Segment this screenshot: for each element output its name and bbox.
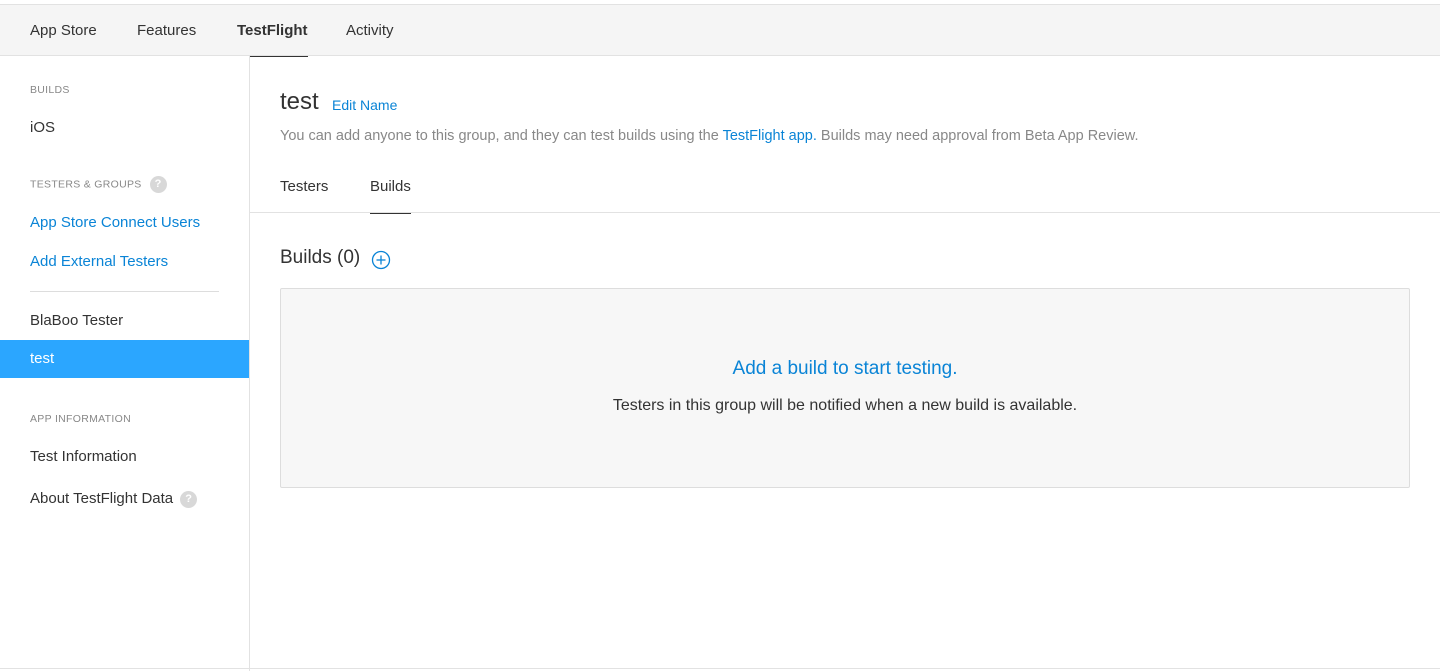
tab-activity[interactable]: Activity [346,5,394,56]
add-build-link[interactable]: Add a build to start testing. [281,358,1409,380]
testers-groups-section-heading: TESTERS & GROUPS? [30,176,167,193]
builds-empty-state: Add a build to start testing. Testers in… [280,288,1410,488]
sidebar-item-blaboo-tester[interactable]: BlaBoo Tester [0,302,249,340]
plus-circle-icon[interactable] [371,250,391,270]
testers-groups-heading-label: TESTERS & GROUPS [30,178,142,191]
help-icon[interactable]: ? [149,176,167,193]
group-description: You can add anyone to this group, and th… [280,128,1138,144]
empty-state-message: Testers in this group will be notified w… [612,397,1078,414]
sidebar-item-add-external-testers[interactable]: Add External Testers [0,243,249,281]
tab-builds[interactable]: Builds [370,168,411,214]
tab-testflight[interactable]: TestFlight [237,5,308,57]
description-text-start: You can add anyone to this group, and th… [280,128,723,144]
tab-features[interactable]: Features [137,5,196,56]
sidebar-item-about-testflight-data[interactable]: About TestFlight Data? [0,480,249,518]
app-information-section-heading: APP INFORMATION [30,413,131,425]
sidebar-item-app-store-connect-users[interactable]: App Store Connect Users [0,204,249,242]
tab-app-store[interactable]: App Store [30,5,97,56]
group-title: test [280,88,319,115]
about-testflight-data-label: About TestFlight Data [30,490,174,507]
top-nav: App Store Features TestFlight Activity [0,4,1440,57]
description-text-end: Builds may need approval from Beta App R… [816,128,1139,144]
sidebar-item-ios[interactable]: iOS [0,109,249,147]
tab-testers[interactable]: Testers [280,168,328,213]
sidebar: BUILDS iOS TESTERS & GROUPS? App Store C… [0,56,250,671]
sidebar-item-test-information[interactable]: Test Information [0,438,249,476]
testflight-app-link[interactable]: TestFlight app. [723,128,817,144]
bottom-divider [0,668,1440,669]
main-content: test Edit Name You can add anyone to thi… [250,56,1440,671]
sidebar-item-test[interactable]: test [0,340,249,378]
builds-section-heading: BUILDS [30,84,70,96]
help-icon[interactable]: ? [180,490,198,508]
group-subtabs: Testers Builds [250,168,1440,214]
sidebar-divider [30,291,219,292]
edit-name-link[interactable]: Edit Name [332,97,397,113]
builds-heading: Builds (0) [280,247,361,268]
